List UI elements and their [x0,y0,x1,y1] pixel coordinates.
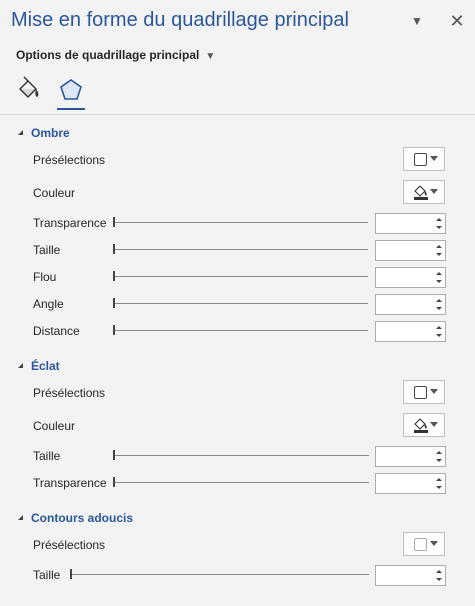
close-icon[interactable]: ✕ [448,12,466,30]
separator [0,114,475,115]
glow-color-label: Couleur [33,419,76,433]
square-preset-icon [414,386,427,399]
shadow-angle-spinner[interactable] [375,294,446,315]
section-shadow-header[interactable]: Ombre [18,126,70,140]
shadow-blur-spinner[interactable] [375,267,446,288]
shadow-distance-slider[interactable] [113,324,368,336]
chevron-down-icon [430,156,438,161]
section-glow-title: Éclat [31,359,60,373]
shadow-presets-label: Présélections [33,153,106,167]
chevron-down-icon [430,389,438,394]
shadow-distance-label: Distance [33,324,80,338]
glow-size-spinner[interactable] [375,446,446,467]
chevron-down-icon [430,189,438,194]
glow-color-button[interactable] [403,413,445,437]
paint-bucket-color-icon [414,418,428,433]
caret-down-icon: ▼ [205,51,216,62]
glow-size-label: Taille [33,449,61,463]
shadow-transparency-slider[interactable] [113,216,368,228]
chevron-down-icon [430,422,438,427]
chevron-down-icon[interactable]: ▼ [408,12,426,30]
shadow-blur-slider[interactable] [113,270,368,282]
pentagon-effects-icon [60,79,82,100]
shadow-transparency-spinner[interactable] [375,213,446,234]
tab-effects[interactable] [56,76,86,110]
format-pane: Mise en forme du quadrillage principal ▼… [0,0,475,606]
soft-edges-size-slider[interactable] [70,568,369,580]
shadow-color-label: Couleur [33,186,76,200]
glow-presets-label: Présélections [33,386,106,400]
glow-size-slider[interactable] [113,449,369,461]
soft-edges-presets-label: Présélections [33,538,106,552]
shadow-angle-slider[interactable] [113,297,368,309]
glow-presets-button[interactable] [403,380,445,404]
glow-transparency-label: Transparence [33,476,107,490]
section-shadow-title: Ombre [31,126,70,140]
shadow-size-label: Taille [33,243,61,257]
soft-edges-presets-button[interactable] [403,532,445,556]
square-preset-icon [414,153,427,166]
soft-edges-size-label: Taille [33,568,61,582]
tab-fill-line[interactable] [14,76,44,106]
soft-edges-size-spinner[interactable] [375,565,446,586]
paint-bucket-icon [19,76,39,98]
shadow-presets-button[interactable] [403,147,445,171]
options-dropdown[interactable]: Options de quadrillage principal ▼ [16,48,215,62]
chevron-down-icon [430,541,438,546]
options-label: Options de quadrillage principal [16,48,200,62]
section-soft-edges-title: Contours adoucis [31,511,134,525]
collapse-triangle-icon [18,515,23,520]
shadow-size-spinner[interactable] [375,240,446,261]
pane-title: Mise en forme du quadrillage principal [11,9,349,31]
section-glow-header[interactable]: Éclat [18,359,60,373]
square-preset-icon [414,538,427,551]
shadow-angle-label: Angle [33,297,64,311]
glow-transparency-slider[interactable] [113,476,369,488]
collapse-triangle-icon [18,363,23,368]
paint-bucket-color-icon [414,185,428,200]
shadow-color-button[interactable] [403,180,445,204]
shadow-distance-spinner[interactable] [375,321,446,342]
shadow-transparency-label: Transparence [33,216,107,230]
section-soft-edges-header[interactable]: Contours adoucis [18,511,133,525]
glow-transparency-spinner[interactable] [375,473,446,494]
shadow-size-slider[interactable] [113,243,368,255]
shadow-blur-label: Flou [33,270,57,284]
collapse-triangle-icon [18,130,23,135]
